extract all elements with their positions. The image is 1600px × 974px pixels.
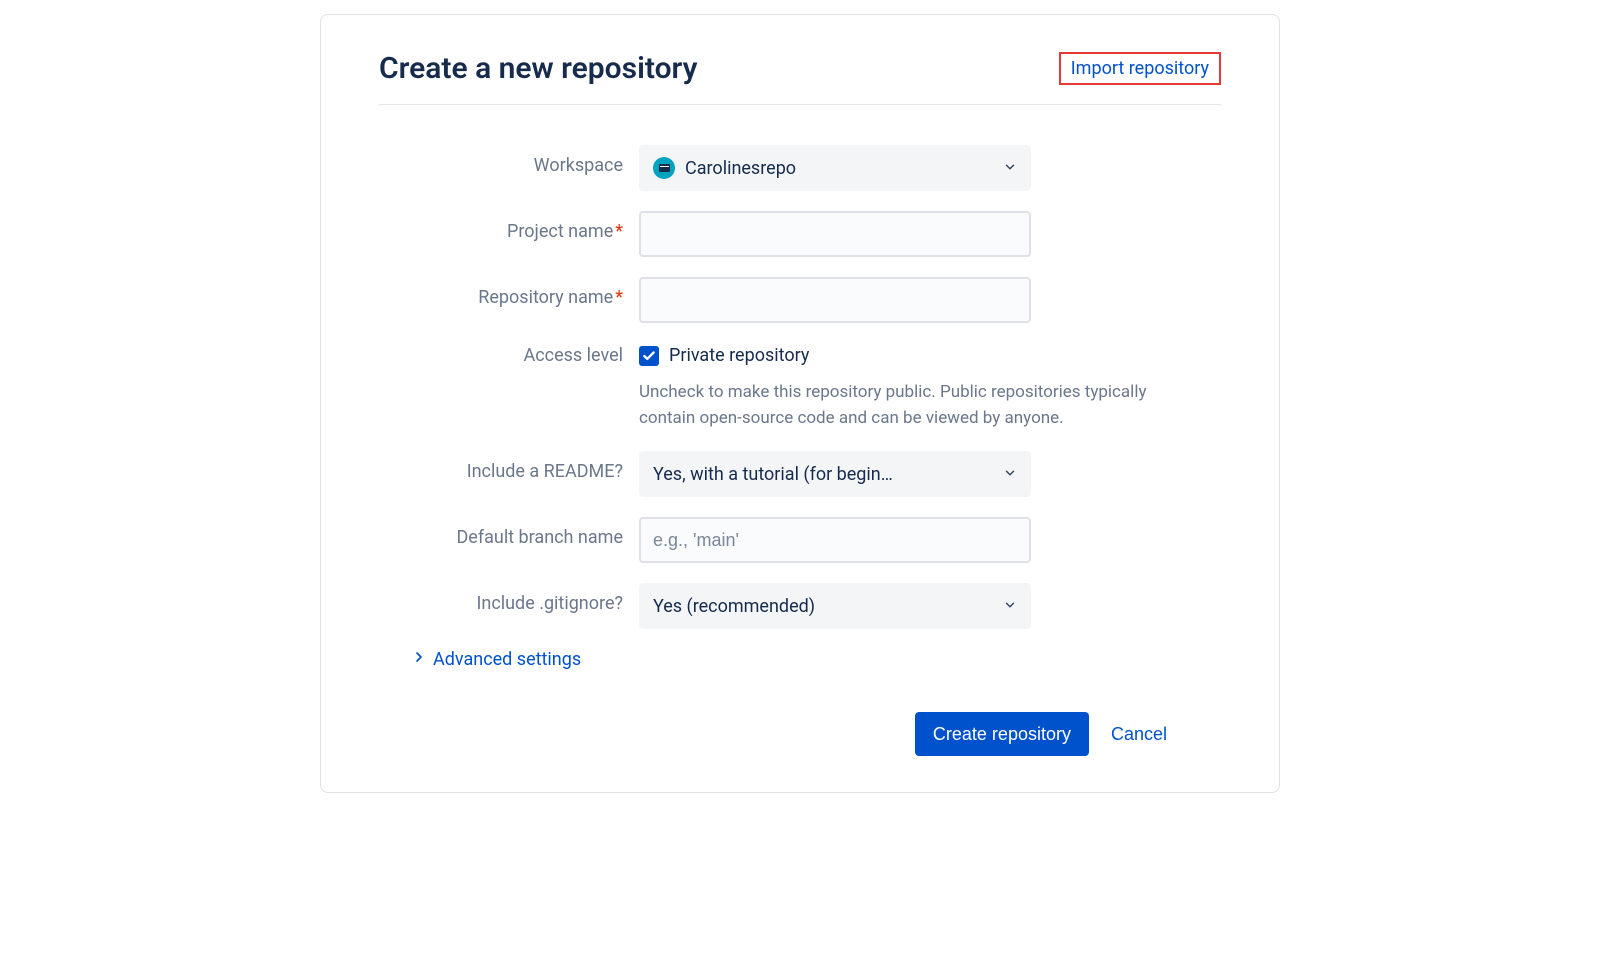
form-footer: Create repository Cancel: [379, 712, 1221, 756]
gitignore-label: Include .gitignore?: [379, 583, 639, 614]
default-branch-row: Default branch name: [379, 517, 1221, 563]
readme-row: Include a README? Yes, with a tutorial (…: [379, 451, 1221, 497]
private-repo-checkbox[interactable]: [639, 346, 659, 366]
project-name-input[interactable]: [639, 211, 1031, 257]
workspace-value: Carolinesrepo: [685, 158, 796, 179]
workspace-row: Workspace Carolinesrepo: [379, 145, 1221, 191]
create-repo-panel: Create a new repository Import repositor…: [320, 14, 1280, 793]
default-branch-label: Default branch name: [379, 517, 639, 548]
chevron-down-icon: [1003, 465, 1017, 484]
create-repo-form: Workspace Carolinesrepo Pro: [379, 105, 1221, 756]
page-title: Create a new repository: [379, 51, 698, 86]
gitignore-select[interactable]: Yes (recommended): [639, 583, 1031, 629]
chevron-down-icon: [1003, 597, 1017, 616]
default-branch-input[interactable]: [639, 517, 1031, 563]
repo-name-label: Repository name*: [379, 277, 639, 308]
cancel-button[interactable]: Cancel: [1101, 712, 1177, 756]
gitignore-value: Yes (recommended): [653, 596, 815, 617]
workspace-label: Workspace: [379, 145, 639, 176]
private-repo-label: Private repository: [669, 345, 809, 366]
readme-select[interactable]: Yes, with a tutorial (for begin…: [639, 451, 1031, 497]
required-asterisk: *: [615, 221, 623, 242]
create-repository-button[interactable]: Create repository: [915, 712, 1089, 756]
advanced-settings-toggle[interactable]: Advanced settings: [411, 649, 1221, 670]
access-level-label: Access level: [379, 343, 639, 366]
import-repository-link[interactable]: Import repository: [1071, 58, 1209, 79]
access-help-text: Uncheck to make this repository public. …: [639, 380, 1149, 431]
readme-label: Include a README?: [379, 451, 639, 482]
required-asterisk: *: [615, 287, 623, 308]
private-repo-checkbox-row: Private repository: [639, 345, 1159, 366]
project-name-label: Project name*: [379, 211, 639, 242]
advanced-settings-label: Advanced settings: [433, 649, 581, 670]
readme-value: Yes, with a tutorial (for begin…: [653, 464, 893, 485]
import-link-highlight: Import repository: [1059, 52, 1221, 85]
panel-header: Create a new repository Import repositor…: [379, 51, 1221, 105]
workspace-avatar-icon: [653, 157, 675, 179]
workspace-select[interactable]: Carolinesrepo: [639, 145, 1031, 191]
repo-name-row: Repository name*: [379, 277, 1221, 323]
project-name-row: Project name*: [379, 211, 1221, 257]
gitignore-row: Include .gitignore? Yes (recommended): [379, 583, 1221, 629]
chevron-down-icon: [1003, 159, 1017, 178]
repository-name-input[interactable]: [639, 277, 1031, 323]
access-level-row: Access level Private repository Uncheck …: [379, 343, 1221, 431]
chevron-right-icon: [411, 649, 427, 670]
